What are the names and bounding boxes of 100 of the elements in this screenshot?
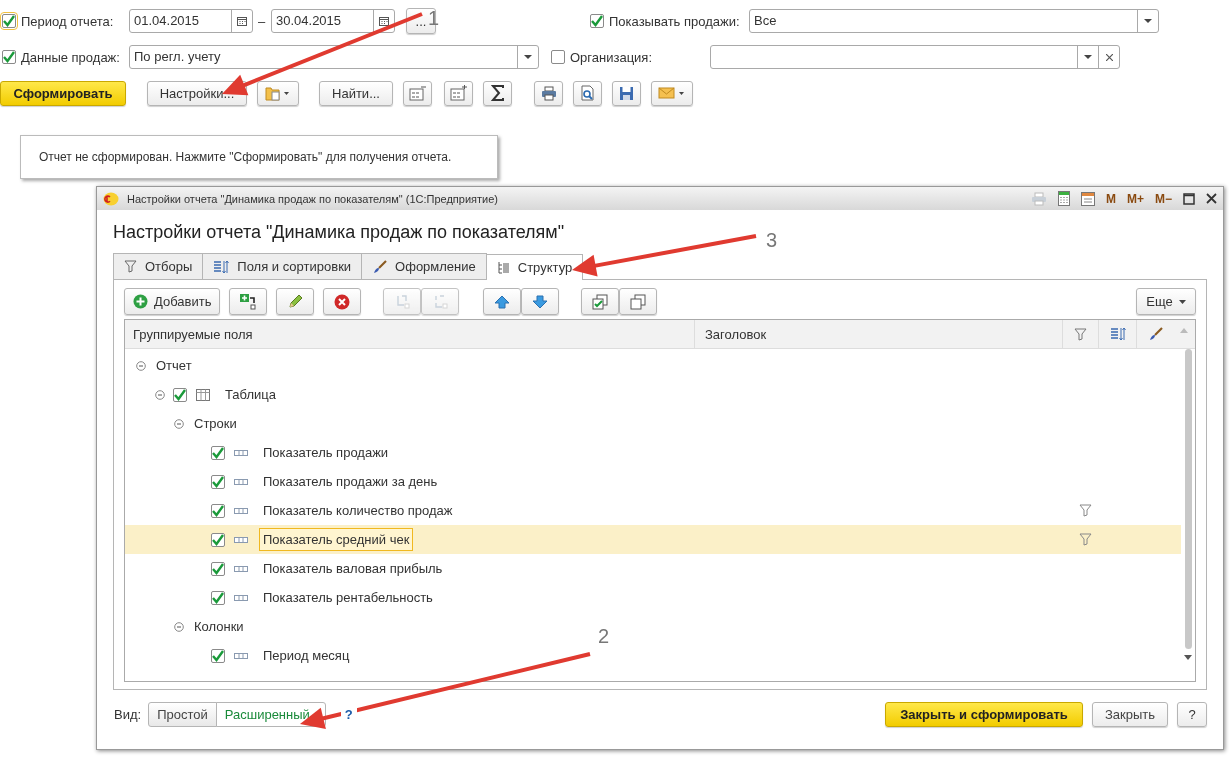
generate-button[interactable]: Сформировать (0, 80, 126, 106)
edit-icon[interactable] (276, 288, 315, 315)
tree-label[interactable]: Отчет (152, 354, 196, 377)
sum-icon[interactable] (483, 80, 512, 106)
view-option[interactable]: Простой (148, 702, 217, 727)
field-icon (234, 594, 248, 601)
expand-icon[interactable] (444, 80, 473, 106)
calendar-icon[interactable] (1080, 191, 1095, 206)
column-header: Группируемые поля (125, 320, 695, 348)
add-group-icon[interactable] (229, 288, 268, 315)
brush-icon (372, 259, 388, 274)
annotation-number: 3 (766, 230, 778, 250)
table-icon (196, 388, 210, 401)
memory-button[interactable]: M+ (1126, 191, 1144, 206)
close-button[interactable]: Закрыть (1092, 702, 1168, 727)
tree-label[interactable]: Таблица (221, 383, 280, 406)
checkbox[interactable] (211, 532, 225, 547)
tab[interactable]: Оформление (361, 253, 487, 279)
checkbox[interactable] (211, 503, 225, 518)
clear-icon (1105, 53, 1113, 61)
form-heading: Настройки отчета "Динамика продаж по показателям" (113, 222, 565, 243)
caret-icon (1178, 299, 1186, 304)
date-field[interactable]: 01.04.2015 (129, 9, 253, 33)
collapse-icon[interactable] (403, 80, 432, 106)
delete-icon[interactable] (323, 288, 362, 315)
tree-label[interactable]: Показатель продажи за день (259, 470, 442, 493)
add-button[interactable]: Добавить (124, 288, 221, 315)
field-icon (234, 652, 248, 659)
caret-icon (1144, 19, 1152, 23)
checkbox[interactable] (173, 387, 187, 402)
tree-label[interactable]: Показатель количество продаж (259, 499, 457, 522)
close-icon[interactable] (1206, 193, 1217, 204)
checkbox[interactable] (211, 561, 225, 576)
check-all-icon[interactable] (581, 288, 620, 315)
filter-icon (1074, 327, 1087, 341)
checkbox[interactable] (551, 50, 565, 64)
tree-label[interactable]: Период месяц (259, 644, 354, 667)
uncheck-all-icon[interactable] (619, 288, 658, 315)
date-field[interactable]: 30.04.2015 (271, 9, 395, 33)
annotation-number: 2 (598, 626, 610, 646)
tab[interactable]: Отборы (113, 253, 204, 279)
filter-icon (124, 260, 137, 273)
checkbox[interactable] (211, 445, 225, 460)
collapse-icon[interactable] (136, 360, 146, 371)
checkbox[interactable] (211, 648, 225, 663)
field-icon (234, 565, 248, 572)
scroll-down-icon[interactable] (1184, 655, 1192, 660)
tab[interactable]: Структур (485, 254, 584, 280)
field-icon (234, 536, 248, 543)
field-icon (234, 449, 248, 456)
field-icon (234, 478, 248, 485)
tree-label[interactable]: Показатель продажи (259, 441, 393, 464)
view-label: Вид: (114, 707, 142, 722)
preview-icon[interactable] (573, 80, 602, 106)
field-label: Организация: (570, 49, 654, 65)
tree-label[interactable]: Показатель средний чек (259, 528, 414, 551)
tree-label[interactable]: Показатель рентабельность (259, 586, 437, 609)
checkbox[interactable] (211, 474, 225, 489)
field-label: Данные продаж: (21, 49, 121, 65)
select-field[interactable]: По регл. учету (129, 45, 539, 69)
calculator-icon[interactable] (1057, 191, 1070, 206)
collapse-icon[interactable] (155, 389, 165, 400)
tree-label[interactable]: Строки (190, 412, 241, 435)
checkbox[interactable] (2, 14, 16, 28)
collapse-icon[interactable] (174, 621, 184, 632)
close-and-generate-button[interactable]: Закрыть и сформировать (885, 702, 1083, 727)
selected-row[interactable]: Показатель средний чек (125, 525, 1181, 554)
memory-button[interactable]: M− (1155, 191, 1172, 206)
memory-button[interactable]: M (1105, 191, 1116, 206)
envelope-icon (658, 86, 686, 100)
collapse-icon[interactable] (174, 418, 184, 429)
field-label: Период отчета: (21, 13, 115, 29)
variant-button[interactable] (257, 80, 299, 106)
field-label: Показывать продажи: (609, 13, 741, 29)
field-icon (234, 507, 248, 514)
select-field[interactable] (710, 45, 1120, 69)
calendar-icon (237, 16, 247, 26)
checkbox[interactable] (590, 14, 604, 28)
select-field[interactable]: Все (749, 9, 1159, 33)
logo-icon (103, 191, 119, 206)
sort-icon (1109, 327, 1126, 341)
tree-label[interactable]: Показатель валовая прибыль (259, 557, 447, 580)
brush-icon (1147, 327, 1163, 341)
checkbox[interactable] (2, 50, 16, 64)
checkbox[interactable] (211, 590, 225, 605)
save-icon[interactable] (612, 80, 641, 106)
plus-icon (133, 294, 148, 309)
sort-icon (213, 259, 230, 274)
tree-label[interactable]: Колонки (190, 615, 248, 638)
mail-button[interactable] (651, 80, 693, 106)
help-button[interactable]: ? (1177, 702, 1207, 727)
tab[interactable]: Поля и сортировки (202, 253, 363, 279)
more-button[interactable]: Еще (1136, 288, 1196, 315)
find-button[interactable]: Найти... (319, 80, 393, 106)
column-header: Заголовок (695, 320, 1063, 348)
maximize-icon[interactable] (1183, 192, 1195, 205)
structure-icon (496, 261, 510, 274)
folder-icon (265, 85, 291, 101)
info-message: Отчет не сформирован. Нажмите "Сформировать" для получения отчета. (39, 150, 452, 164)
print-icon[interactable] (534, 80, 563, 106)
